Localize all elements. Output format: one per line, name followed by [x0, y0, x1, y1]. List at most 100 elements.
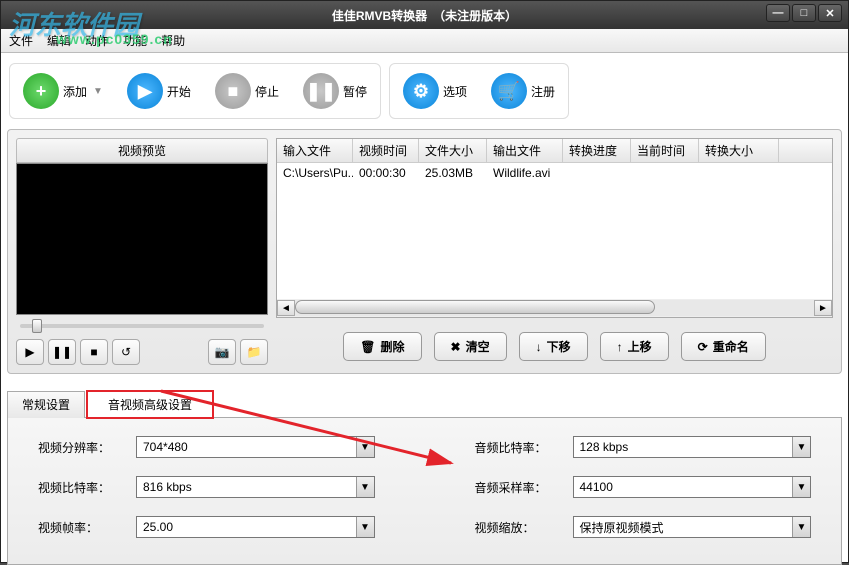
rename-button[interactable]: ⟳重命名: [681, 332, 766, 361]
chevron-down-icon[interactable]: ▼: [792, 477, 810, 497]
cell-output: Wildlife.avi: [487, 163, 563, 183]
app-window: 河东软件园 www.pc0359.cn 佳佳RMVB转换器 （未注册版本） — …: [0, 0, 849, 563]
table-row[interactable]: C:\Users\Pu... 00:00:30 25.03MB Wildlife…: [277, 163, 832, 183]
settings-tabs: 常规设置 音视频高级设置 视频分辨率： 704*480 ▼ 音频比特率： 128…: [7, 390, 842, 565]
cell-current: [631, 163, 699, 183]
arrow-up-icon: ↑: [617, 340, 623, 354]
chevron-down-icon[interactable]: ▼: [356, 437, 374, 457]
col-current[interactable]: 当前时间: [631, 139, 699, 162]
register-label: 注册: [531, 83, 555, 100]
start-button[interactable]: ▶ 开始: [118, 68, 200, 114]
play-icon: ▶: [127, 73, 163, 109]
move-up-button[interactable]: ↑上移: [600, 332, 669, 361]
field-video-bitrate: 视频比特率： 816 kbps ▼: [38, 476, 375, 498]
preview-stop-button[interactable]: ■: [80, 339, 108, 365]
audio-sample-label: 音频采样率：: [475, 479, 555, 496]
field-audio-bitrate: 音频比特率： 128 kbps ▼: [475, 436, 812, 458]
menu-bar: 文件 编辑 动作 功能 帮助: [1, 29, 848, 53]
seek-slider[interactable]: [16, 315, 268, 337]
close-button[interactable]: ✕: [818, 4, 842, 22]
plus-icon: +: [23, 73, 59, 109]
stop-label: 停止: [255, 83, 279, 100]
pause-icon: ❚❚: [303, 73, 339, 109]
col-convsize[interactable]: 转换大小: [699, 139, 779, 162]
open-folder-button[interactable]: 📁: [240, 339, 268, 365]
gear-icon: ⚙: [403, 73, 439, 109]
preview-pause-button[interactable]: ❚❚: [48, 339, 76, 365]
fps-label: 视频帧率：: [38, 519, 118, 536]
scroll-left-button[interactable]: ◄: [277, 300, 295, 316]
cell-input: C:\Users\Pu...: [277, 163, 353, 183]
advanced-settings-panel: 视频分辨率： 704*480 ▼ 音频比特率： 128 kbps ▼ 视频比特率…: [7, 417, 842, 565]
scale-combo[interactable]: 保持原视频模式 ▼: [573, 516, 812, 538]
audio-sample-combo[interactable]: 44100 ▼: [573, 476, 812, 498]
menu-function[interactable]: 功能: [123, 32, 147, 49]
col-size[interactable]: 文件大小: [419, 139, 487, 162]
preview-pane: 视频预览 ▶ ❚❚ ■ ↺ 📷 📁: [16, 138, 268, 365]
options-label: 选项: [443, 83, 467, 100]
pause-label: 暂停: [343, 83, 367, 100]
menu-file[interactable]: 文件: [9, 32, 33, 49]
scroll-thumb[interactable]: [295, 300, 655, 314]
horizontal-scrollbar[interactable]: ◄ ►: [277, 299, 832, 317]
minimize-button[interactable]: —: [766, 4, 790, 22]
move-down-button[interactable]: ↓下移: [519, 332, 588, 361]
preview-play-button[interactable]: ▶: [16, 339, 44, 365]
chevron-down-icon[interactable]: ▼: [792, 517, 810, 537]
title-bar: 佳佳RMVB转换器 （未注册版本） — □ ✕: [1, 1, 848, 29]
slider-thumb[interactable]: [32, 319, 42, 333]
resolution-combo[interactable]: 704*480 ▼: [136, 436, 375, 458]
preview-controls: ▶ ❚❚ ■ ↺ 📷 📁: [16, 339, 268, 365]
menu-help[interactable]: 帮助: [161, 32, 185, 49]
cart-icon: 🛒: [491, 73, 527, 109]
client-area: + 添加 ▼ ▶ 开始 ■ 停止 ❚❚ 暂停 ⚙: [1, 53, 848, 562]
table-header: 输入文件 视频时间 文件大小 输出文件 转换进度 当前时间 转换大小: [277, 139, 832, 163]
field-fps: 视频帧率： 25.00 ▼: [38, 516, 375, 538]
col-progress[interactable]: 转换进度: [563, 139, 631, 162]
col-duration[interactable]: 视频时间: [353, 139, 419, 162]
preview-loop-button[interactable]: ↺: [112, 339, 140, 365]
field-audio-sample: 音频采样率： 44100 ▼: [475, 476, 812, 498]
scale-label: 视频缩放：: [475, 519, 555, 536]
add-label: 添加: [63, 83, 87, 100]
preview-title: 视频预览: [16, 138, 268, 163]
file-list-pane: 输入文件 视频时间 文件大小 输出文件 转换进度 当前时间 转换大小 C:\Us…: [276, 138, 833, 365]
window-title: 佳佳RMVB转换器 （未注册版本）: [332, 7, 517, 24]
field-resolution: 视频分辨率： 704*480 ▼: [38, 436, 375, 458]
main-toolbar: + 添加 ▼ ▶ 开始 ■ 停止 ❚❚ 暂停 ⚙: [7, 59, 842, 129]
middle-section: 视频预览 ▶ ❚❚ ■ ↺ 📷 📁 输入文件: [7, 129, 842, 374]
video-bitrate-label: 视频比特率：: [38, 479, 118, 496]
tab-general[interactable]: 常规设置: [7, 391, 85, 418]
stop-button[interactable]: ■ 停止: [206, 68, 288, 114]
pause-button[interactable]: ❚❚ 暂停: [294, 68, 376, 114]
video-bitrate-combo[interactable]: 816 kbps ▼: [136, 476, 375, 498]
add-button[interactable]: + 添加 ▼: [14, 68, 112, 114]
scroll-right-button[interactable]: ►: [814, 300, 832, 316]
chevron-down-icon[interactable]: ▼: [356, 477, 374, 497]
snapshot-button[interactable]: 📷: [208, 339, 236, 365]
fps-combo[interactable]: 25.00 ▼: [136, 516, 375, 538]
list-action-bar: 🗑删除 ✖清空 ↓下移 ↑上移 ⟳重命名: [276, 332, 833, 361]
trash-icon: 🗑: [360, 340, 375, 354]
audio-bitrate-combo[interactable]: 128 kbps ▼: [573, 436, 812, 458]
chevron-down-icon[interactable]: ▼: [93, 86, 103, 97]
file-table: 输入文件 视频时间 文件大小 输出文件 转换进度 当前时间 转换大小 C:\Us…: [276, 138, 833, 318]
register-button[interactable]: 🛒 注册: [482, 68, 564, 114]
cell-size: 25.03MB: [419, 163, 487, 183]
col-input[interactable]: 输入文件: [277, 139, 353, 162]
delete-button[interactable]: 🗑删除: [343, 332, 421, 361]
clear-button[interactable]: ✖清空: [434, 332, 507, 361]
tab-advanced[interactable]: 音视频高级设置: [87, 391, 213, 418]
chevron-down-icon[interactable]: ▼: [356, 517, 374, 537]
start-label: 开始: [167, 83, 191, 100]
maximize-button[interactable]: □: [792, 4, 816, 22]
options-button[interactable]: ⚙ 选项: [394, 68, 476, 114]
audio-bitrate-label: 音频比特率：: [475, 439, 555, 456]
menu-action[interactable]: 动作: [85, 32, 109, 49]
refresh-icon: ⟳: [698, 340, 708, 354]
cell-duration: 00:00:30: [353, 163, 419, 183]
menu-edit[interactable]: 编辑: [47, 32, 71, 49]
col-output[interactable]: 输出文件: [487, 139, 563, 162]
chevron-down-icon[interactable]: ▼: [792, 437, 810, 457]
window-controls: — □ ✕: [766, 4, 842, 22]
